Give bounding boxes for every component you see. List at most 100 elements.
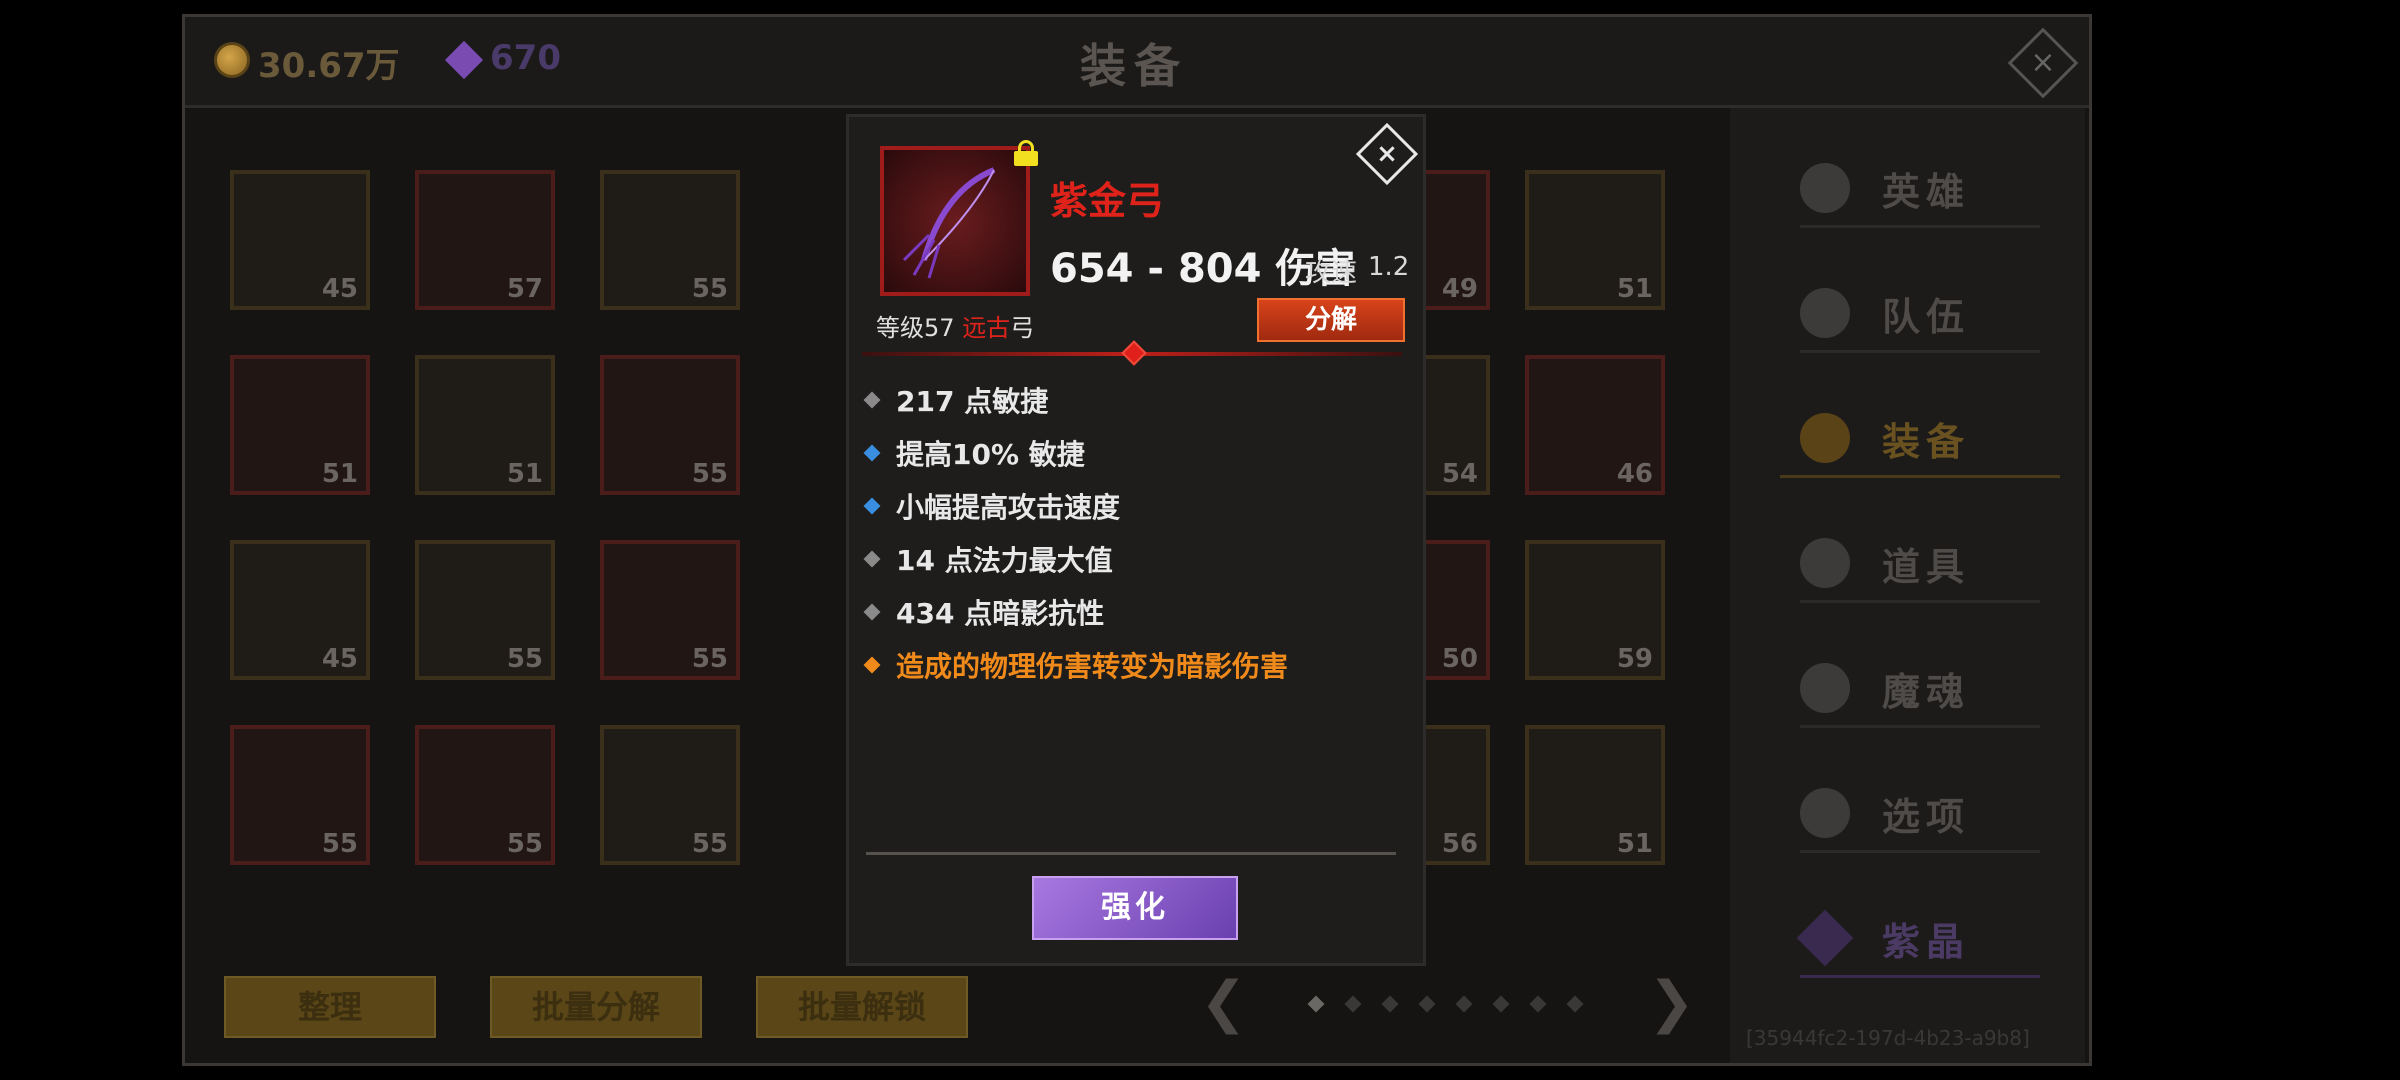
stat-bullet-icon [863,603,881,621]
helmet-icon [1800,413,1850,463]
inventory-slot[interactable]: 55 [415,540,555,680]
slot-level: 50 [1441,644,1478,674]
inventory-slot[interactable]: 46 [1525,355,1665,495]
inventory-slot[interactable]: 55 [415,725,555,865]
sidebar-item-options[interactable]: 选项 [1800,770,2040,853]
slot-level: 45 [321,274,358,304]
inventory-slot[interactable]: 55 [600,725,740,865]
item-level: 等级57 [876,314,955,342]
sidebar-item-label: 选项 [1882,795,1971,839]
slot-level: 51 [506,459,543,489]
inventory-slot[interactable]: 51 [230,355,370,495]
item-rarity: 远古 [962,314,1011,342]
stat-text: 提高10% 敏捷 [896,438,1085,471]
flame-icon [1800,663,1850,713]
inventory-slot[interactable]: 55 [600,355,740,495]
slot-level: 45 [321,644,358,674]
inventory-slot[interactable]: 45 [230,540,370,680]
next-page-button[interactable]: ❯ [1648,970,1695,1035]
sidebar-item-label: 魔魂 [1882,670,1971,714]
slot-level: 55 [321,829,358,859]
batch-decompose-button[interactable]: 批量分解 [490,976,702,1038]
stat-text: 造成的物理伤害转变为暗影伤害 [896,650,1289,683]
gold-coin-icon [214,42,250,78]
gear-icon [1800,788,1850,838]
sidebar-item-label: 装备 [1882,420,1971,464]
stat-bullet-icon [863,656,881,674]
inventory-slot[interactable]: 55 [230,725,370,865]
people-icon [1800,163,1850,213]
enhance-button[interactable]: 强化 [1032,876,1238,940]
bow-icon [902,167,996,279]
stat-text: 14 点法力最大值 [896,544,1113,577]
inventory-slot[interactable]: 51 [1525,170,1665,310]
sort-button[interactable]: 整理 [224,976,436,1038]
inventory-slot[interactable]: 57 [415,170,555,310]
gold-amount: 30.67万 [258,46,400,86]
sidebar-item-label: 紫晶 [1882,920,1971,964]
page-title: 装备 [1080,39,1188,93]
inventory-slot[interactable]: 51 [415,355,555,495]
inventory-slot[interactable]: 45 [230,170,370,310]
sidebar-item-items[interactable]: 道具 [1800,520,2040,603]
item-level-line: 等级57 远古弓 [876,308,1034,343]
sidebar-item-crystal[interactable]: 紫晶 [1796,895,2040,978]
close-icon: × [2030,45,2056,80]
slot-level: 46 [1616,459,1653,489]
slot-level: 51 [1616,274,1653,304]
crystal-icon [1796,909,1854,967]
sidebar-item-label: 队伍 [1882,295,1971,339]
uid-text: [35944fc2-197d-4b23-a9b8] [1746,1026,2030,1050]
stat-text: 小幅提高攻击速度 [896,491,1121,524]
slot-level: 56 [1441,829,1478,859]
inventory-slot[interactable]: 55 [600,540,740,680]
slot-level: 55 [506,829,543,859]
slot-level: 55 [691,459,728,489]
stat-line-legendary: 造成的物理伤害转变为暗影伤害 [863,645,1289,685]
stat-line: 14 点法力最大值 [863,539,1113,579]
sidebar-item-souls[interactable]: 魔魂 [1800,645,2040,728]
slot-level: 54 [1441,459,1478,489]
slot-level: 51 [1616,829,1653,859]
batch-unlock-button[interactable]: 批量解锁 [756,976,968,1038]
stat-bullet-icon [863,497,881,515]
slot-level: 55 [506,644,543,674]
inventory-slot[interactable]: 55 [600,170,740,310]
stat-text: 434 点暗影抗性 [896,597,1105,630]
slot-level: 49 [1441,274,1478,304]
sidebar-item-equipment[interactable]: 装备 [1780,395,2060,478]
slot-level: 51 [321,459,358,489]
bag-icon [1800,538,1850,588]
stat-line: 217 点敏捷 [863,380,1049,420]
lock-icon[interactable] [1014,140,1038,166]
inventory-slot[interactable]: 51 [1525,725,1665,865]
flag-icon [1800,288,1850,338]
slot-level: 57 [506,274,543,304]
sidebar-item-heroes[interactable]: 英雄 [1800,145,2040,228]
slot-level: 59 [1616,644,1653,674]
attack-speed-label: 攻速 [1305,258,1358,288]
gem-amount: 670 [490,38,561,78]
sidebar-item-label: 道具 [1882,545,1971,589]
stat-bullet-icon [863,391,881,409]
stat-line: 提高10% 敏捷 [863,433,1085,473]
prev-page-button[interactable]: ❮ [1200,970,1247,1035]
inventory-slot[interactable]: 59 [1525,540,1665,680]
decompose-button[interactable]: 分解 [1257,298,1405,342]
item-name: 紫金弓 [1050,179,1165,223]
sidebar-item-label: 英雄 [1882,170,1971,214]
stat-line: 小幅提高攻击速度 [863,486,1121,526]
slot-level: 55 [691,274,728,304]
close-icon: × [1376,139,1398,169]
divider [866,852,1396,855]
stat-bullet-icon [863,444,881,462]
stat-text: 217 点敏捷 [896,385,1049,418]
slot-level: 55 [691,644,728,674]
item-icon-bow [880,146,1030,296]
stat-bullet-icon [863,550,881,568]
sidebar-item-team[interactable]: 队伍 [1800,270,2040,353]
item-type: 弓 [1010,314,1035,342]
attack-speed-value: 1.2 [1368,252,1410,282]
slot-level: 55 [691,829,728,859]
stat-line: 434 点暗影抗性 [863,592,1105,632]
